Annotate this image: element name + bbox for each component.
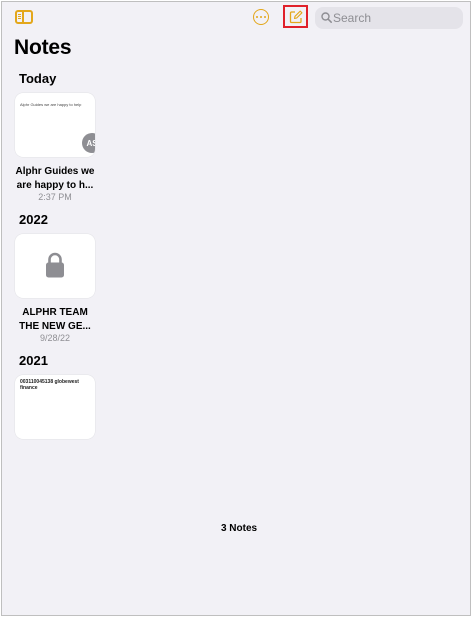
- search-input[interactable]: [333, 9, 455, 27]
- note-title-line[interactable]: are happy to h...: [11, 179, 99, 192]
- section-header-today: Today: [19, 71, 57, 86]
- compose-button[interactable]: [283, 5, 308, 28]
- note-thumbnail[interactable]: Alphr Guides we are happy to help AS: [15, 93, 95, 157]
- note-title-line[interactable]: THE NEW GE...: [11, 320, 99, 333]
- note-thumbnail-locked[interactable]: [15, 234, 95, 298]
- note-date: 9/28/22: [39, 333, 71, 343]
- note-title-line[interactable]: ALPHR TEAM: [11, 306, 99, 319]
- more-options-icon[interactable]: [253, 9, 269, 25]
- search-icon: [321, 12, 332, 23]
- compose-icon: [289, 10, 303, 24]
- section-header-2021: 2021: [19, 353, 48, 368]
- lock-icon: [46, 252, 64, 278]
- notes-count: 3 Notes: [220, 523, 258, 534]
- note-thumbnail[interactable]: 003110045138 globewest finance: [15, 375, 95, 439]
- note-preview-text: Alphr Guides we are happy to help: [20, 102, 82, 107]
- search-field[interactable]: [315, 7, 463, 29]
- section-header-2022: 2022: [19, 212, 48, 227]
- avatar: AS: [82, 133, 95, 153]
- notes-window: Notes Today Alphr Guides we are happy to…: [1, 1, 471, 616]
- page-title: Notes: [14, 36, 72, 59]
- note-preview-text: 003110045138 globewest finance: [20, 379, 79, 391]
- sidebar-toggle-icon[interactable]: [15, 10, 33, 24]
- note-date: 2:37 PM: [38, 192, 72, 202]
- note-title-line[interactable]: Alphr Guides we: [11, 165, 99, 178]
